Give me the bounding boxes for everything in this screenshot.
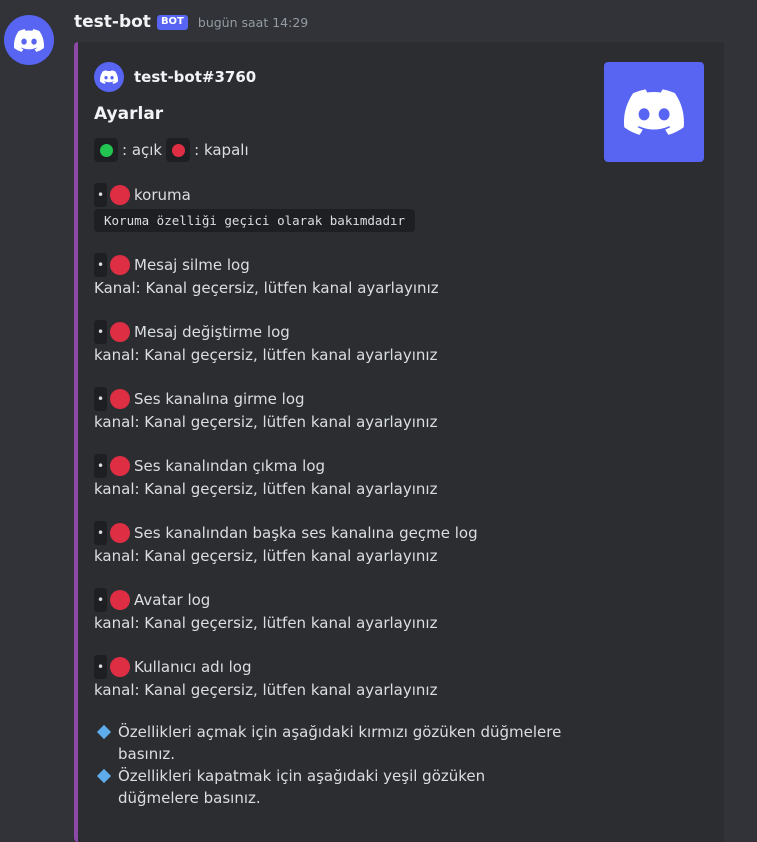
feature-item: • koruma Koruma özelliği geçici olarak b… bbox=[94, 183, 564, 232]
legend-on-label: : açık bbox=[122, 141, 163, 159]
bullet: • bbox=[94, 183, 107, 207]
feature-item: • Kullanıcı adı log kanal: Kanal geçersi… bbox=[94, 655, 564, 701]
feature-name: Avatar log bbox=[134, 591, 211, 609]
feature-detail: Kanal: Kanal geçersiz, lütfen kanal ayar… bbox=[94, 279, 439, 297]
feature-item: • Mesaj değiştirme log kanal: Kanal geçe… bbox=[94, 320, 564, 366]
red-circle-icon bbox=[166, 138, 191, 162]
feature-detail: kanal: Kanal geçersiz, lütfen kanal ayar… bbox=[94, 681, 438, 699]
feature-detail: kanal: Kanal geçersiz, lütfen kanal ayar… bbox=[94, 346, 438, 364]
bullet: • bbox=[94, 253, 107, 277]
feature-item: • Ses kanalından çıkma log kanal: Kanal … bbox=[94, 454, 564, 500]
feature-code-note: Koruma özelliği geçici olarak bakımdadır bbox=[94, 209, 416, 232]
embed-thumbnail[interactable] bbox=[604, 62, 704, 162]
bullet: • bbox=[94, 454, 107, 478]
red-circle-icon bbox=[110, 255, 130, 275]
red-circle-icon bbox=[110, 185, 130, 205]
red-circle-icon bbox=[110, 322, 130, 342]
feature-detail: kanal: Kanal geçersiz, lütfen kanal ayar… bbox=[94, 413, 438, 431]
embed-description: : açık : kapalı • koruma Koruma özelliği… bbox=[94, 138, 564, 809]
bullet: • bbox=[94, 588, 107, 612]
username[interactable]: test-bot bbox=[74, 12, 151, 32]
feature-name: Ses kanalından çıkma log bbox=[134, 457, 326, 475]
feature-name: Kullanıcı adı log bbox=[134, 658, 252, 676]
message-header: test-bot BOT bugün saat 14:29 bbox=[74, 12, 308, 32]
feature-item: • Avatar log kanal: Kanal geçersiz, lütf… bbox=[94, 588, 564, 634]
feature-name: Mesaj değiştirme log bbox=[134, 323, 290, 341]
red-circle-icon bbox=[110, 523, 130, 543]
bullet: • bbox=[94, 521, 107, 545]
red-circle-icon bbox=[110, 590, 130, 610]
feature-name: Mesaj silme log bbox=[134, 256, 250, 274]
timestamp[interactable]: bugün saat 14:29 bbox=[198, 15, 308, 30]
feature-item: • Ses kanalına girme log kanal: Kanal ge… bbox=[94, 387, 564, 433]
feature-detail: kanal: Kanal geçersiz, lütfen kanal ayar… bbox=[94, 614, 438, 632]
author-icon bbox=[94, 62, 124, 92]
blue-diamond-icon bbox=[96, 768, 112, 784]
feature-name: Ses kanalına girme log bbox=[134, 390, 305, 408]
embed-title: Ayarlar bbox=[94, 104, 164, 124]
embed: test-bot#3760 Ayarlar : açık : kapalı • … bbox=[74, 42, 724, 842]
note-text: Özellikleri kapatmak için aşağıdaki yeşi… bbox=[118, 767, 486, 807]
legend-off-label: : kapalı bbox=[194, 141, 249, 159]
red-circle-icon bbox=[110, 456, 130, 476]
status-legend: : açık : kapalı bbox=[94, 138, 564, 162]
feature-name: Ses kanalından başka ses kanalına geçme … bbox=[134, 524, 478, 542]
discord-logo-icon bbox=[14, 28, 44, 52]
feature-item: • Mesaj silme log Kanal: Kanal geçersiz,… bbox=[94, 253, 564, 299]
embed-author: test-bot#3760 bbox=[94, 62, 256, 92]
blue-diamond-icon bbox=[96, 724, 112, 740]
note-item: Özellikleri kapatmak için aşağıdaki yeşi… bbox=[94, 765, 564, 809]
feature-name: koruma bbox=[134, 186, 191, 204]
feature-detail: kanal: Kanal geçersiz, lütfen kanal ayar… bbox=[94, 480, 438, 498]
red-circle-icon bbox=[110, 389, 130, 409]
notes: Özellikleri açmak için aşağıdaki kırmızı… bbox=[94, 721, 564, 809]
bot-tag: BOT bbox=[156, 14, 188, 30]
feature-item: • Ses kanalından başka ses kanalına geçm… bbox=[94, 521, 564, 567]
bullet: • bbox=[94, 320, 107, 344]
red-circle-icon bbox=[110, 657, 130, 677]
author-name: test-bot#3760 bbox=[134, 68, 257, 86]
green-circle-icon bbox=[94, 138, 118, 162]
discord-logo-icon bbox=[100, 70, 118, 84]
note-item: Özellikleri açmak için aşağıdaki kırmızı… bbox=[94, 721, 564, 765]
note-text: Özellikleri açmak için aşağıdaki kırmızı… bbox=[118, 723, 562, 763]
bot-avatar[interactable] bbox=[4, 15, 54, 65]
bullet: • bbox=[94, 387, 107, 411]
discord-logo-icon bbox=[624, 89, 684, 135]
bullet: • bbox=[94, 655, 107, 679]
feature-detail: kanal: Kanal geçersiz, lütfen kanal ayar… bbox=[94, 547, 438, 565]
